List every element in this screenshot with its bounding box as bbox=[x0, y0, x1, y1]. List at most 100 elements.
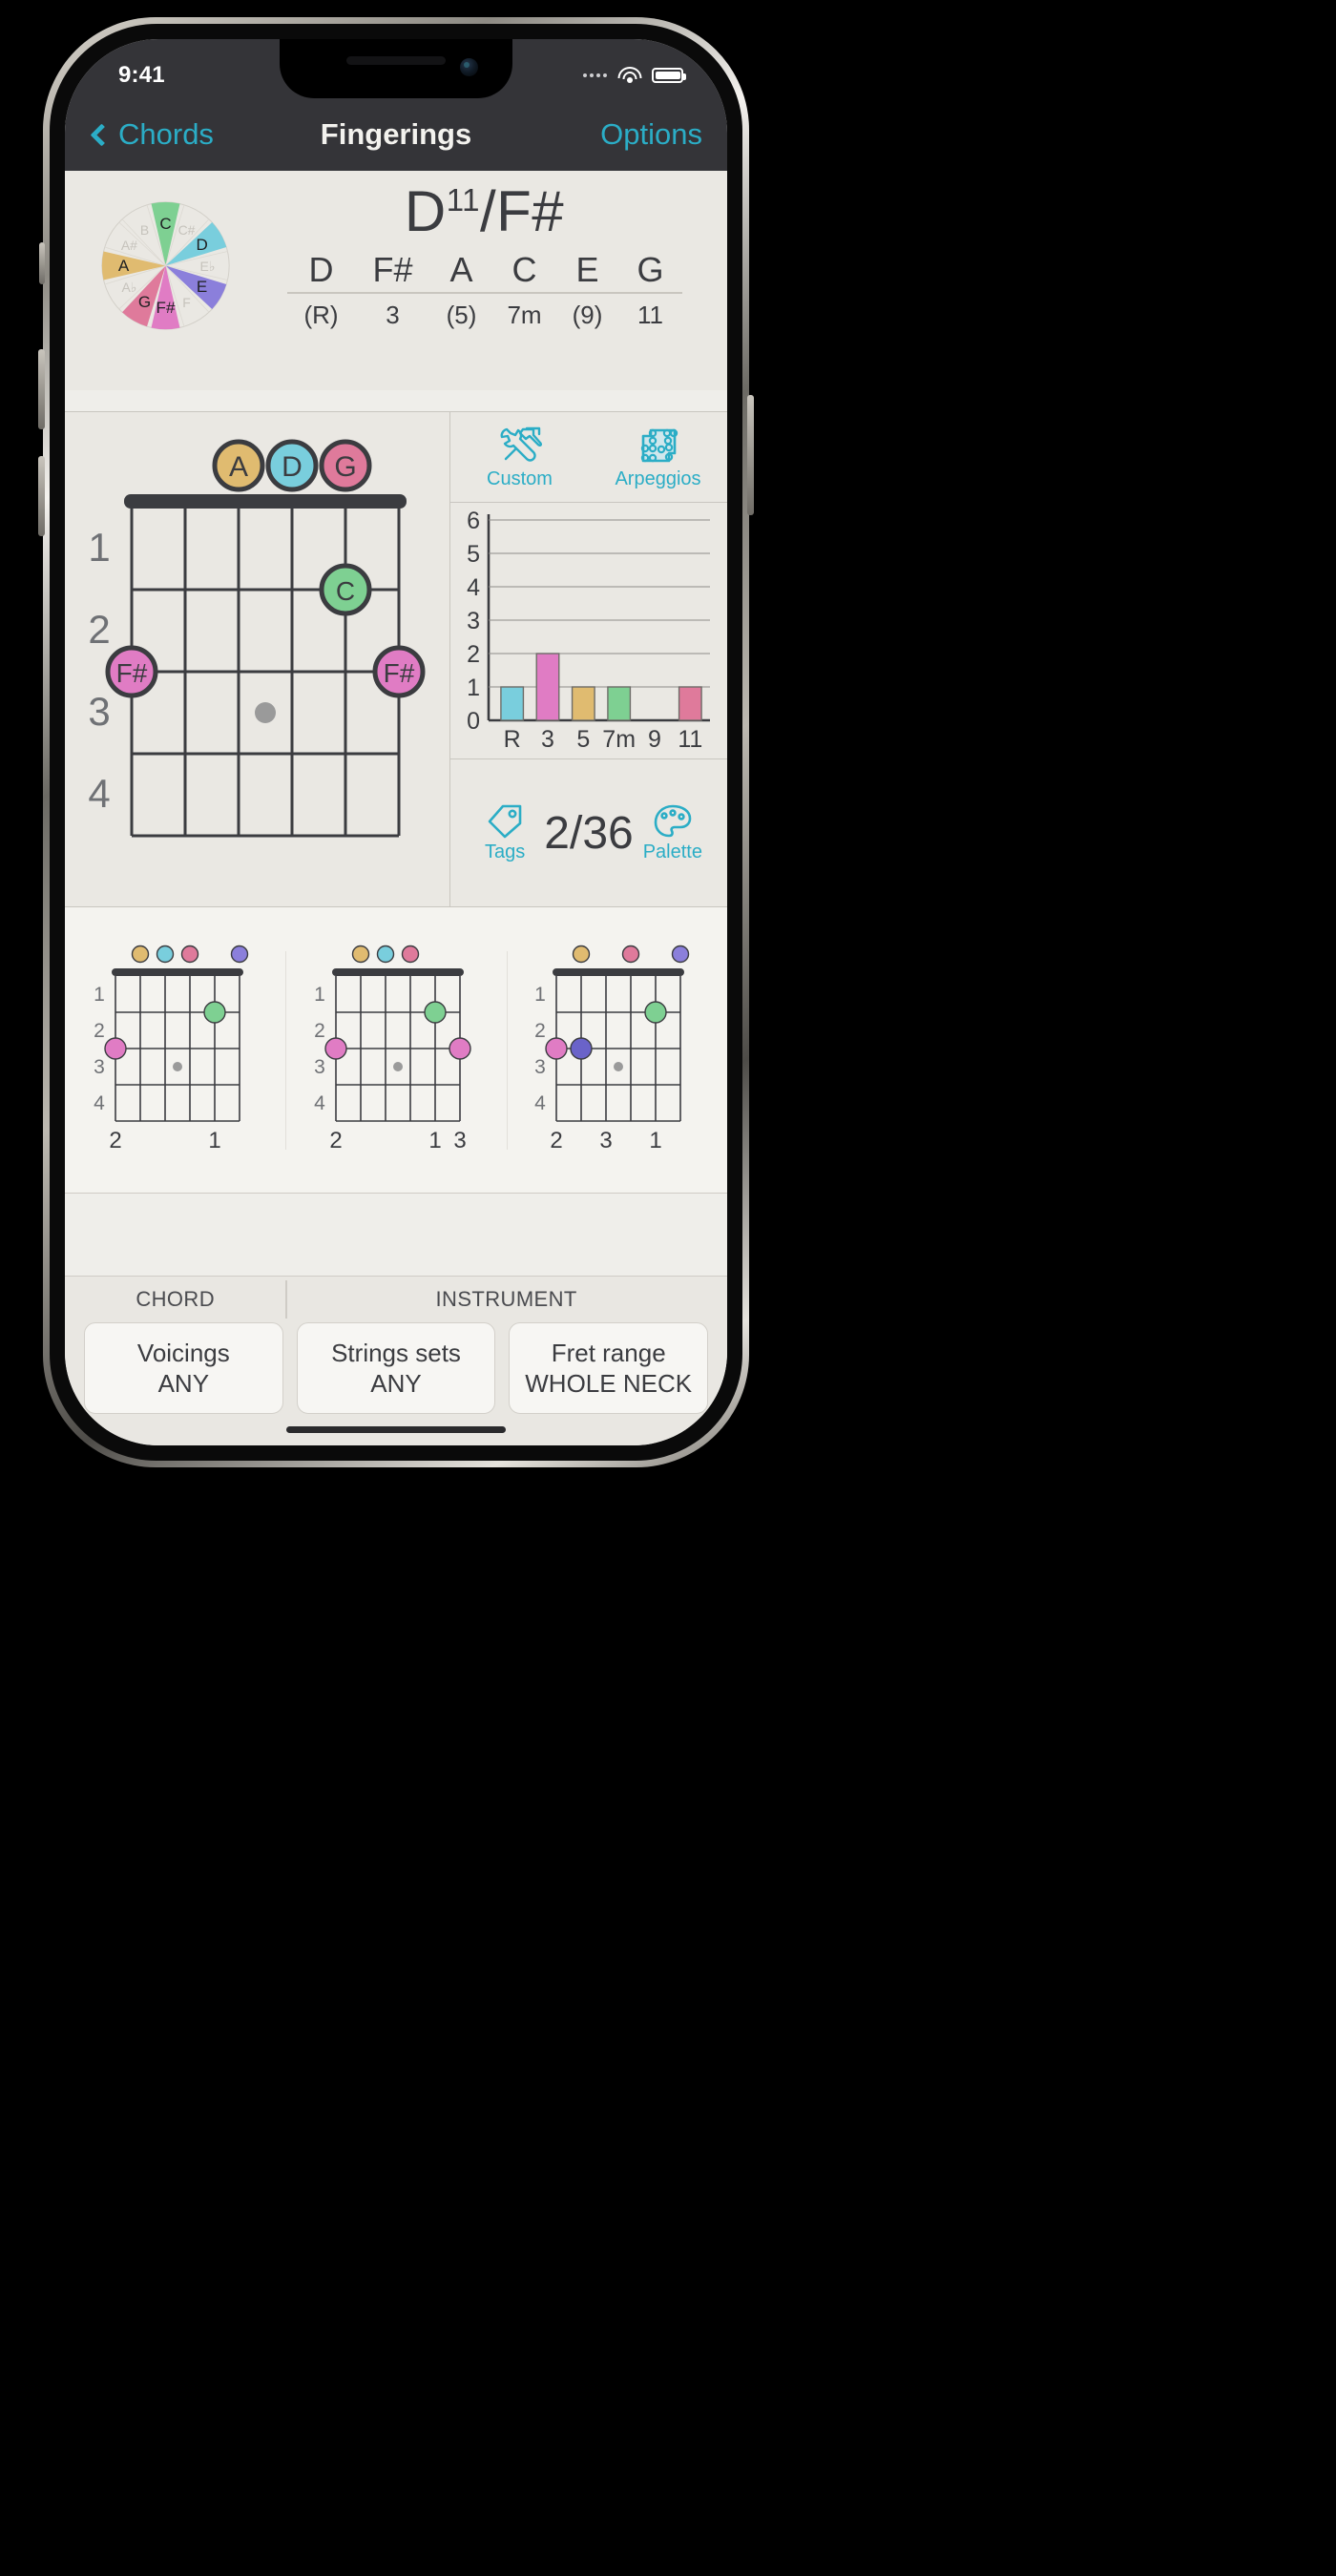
svg-text:A: A bbox=[118, 257, 130, 275]
status-row: Tags 2/36 Palette bbox=[450, 758, 727, 906]
chord-note: A bbox=[449, 250, 473, 289]
svg-text:2: 2 bbox=[109, 1128, 121, 1153]
svg-text:E♭: E♭ bbox=[200, 259, 216, 274]
svg-text:1: 1 bbox=[208, 1128, 220, 1153]
chord-note: C bbox=[511, 250, 537, 289]
svg-text:F#: F# bbox=[157, 299, 176, 317]
chord-note: D bbox=[308, 250, 334, 289]
options-button[interactable]: Options bbox=[600, 117, 702, 152]
main-panel: 1 2 3 4 A D G C F# F# Custom Arpeggios 0… bbox=[65, 411, 727, 907]
svg-text:1: 1 bbox=[88, 525, 110, 570]
variant-fretboard-svg: 12342 3 1 bbox=[534, 945, 690, 1153]
svg-text:D: D bbox=[196, 236, 207, 254]
svg-text:G: G bbox=[334, 451, 356, 483]
back-button[interactable]: Chords bbox=[90, 117, 214, 152]
arpeggios-button[interactable]: Arpeggios bbox=[589, 412, 727, 502]
svg-text:C: C bbox=[159, 215, 171, 233]
svg-text:1: 1 bbox=[534, 984, 546, 1006]
palette-icon bbox=[654, 804, 692, 838]
interval-bar-chart-svg: 0123456R 3 5 7m 9 11 bbox=[467, 508, 710, 753]
svg-text:1: 1 bbox=[94, 984, 105, 1006]
chord-note: F# bbox=[372, 250, 413, 289]
chord-bass: F# bbox=[496, 179, 565, 243]
tag-icon bbox=[488, 804, 522, 839]
svg-text:4: 4 bbox=[467, 574, 480, 601]
chord-wheel[interactable]: C C# D E♭ E F F# G A♭ A A# B bbox=[92, 192, 240, 340]
chord-root: D bbox=[404, 179, 447, 243]
home-indicator[interactable] bbox=[286, 1426, 506, 1433]
strings-sets-filter-button[interactable]: Strings sets ANY bbox=[296, 1322, 496, 1414]
svg-text:C#: C# bbox=[178, 222, 196, 238]
filter-heading-chord: CHORD bbox=[136, 1287, 215, 1311]
svg-text:B: B bbox=[140, 222, 149, 238]
tags-button[interactable]: Tags bbox=[466, 802, 544, 863]
fret-range-filter-button[interactable]: Fret range WHOLE NECK bbox=[509, 1322, 709, 1414]
mute-switch[interactable] bbox=[39, 242, 45, 284]
chord-name: D11/F# bbox=[405, 178, 564, 244]
chord-degree: 11 bbox=[637, 301, 663, 329]
svg-text:4: 4 bbox=[94, 1092, 105, 1114]
svg-text:3: 3 bbox=[88, 689, 110, 734]
svg-text:A: A bbox=[229, 451, 248, 483]
chord-degree: (5) bbox=[446, 301, 477, 329]
arpeggio-grid-icon bbox=[640, 428, 678, 462]
svg-text:3: 3 bbox=[467, 608, 480, 634]
fret-range-filter-value: WHOLE NECK bbox=[525, 1368, 693, 1398]
filter-bar: CHORD INSTRUMENT Voicings ANY Strings se… bbox=[65, 1276, 727, 1445]
main-fretboard-svg: 1 2 3 4 A D G C F# F# bbox=[88, 439, 426, 838]
svg-text:9: 9 bbox=[648, 726, 661, 753]
power-button[interactable] bbox=[747, 395, 754, 515]
chord-notes-row: D F# A C E G bbox=[287, 250, 682, 290]
strings-sets-filter-value: ANY bbox=[370, 1368, 422, 1398]
strings-sets-filter-title: Strings sets bbox=[331, 1338, 461, 1367]
chord-degrees-row: (R) 3 (5) 7m (9) 11 bbox=[287, 298, 682, 330]
chord-notes-table: D F# A C E G (R) 3 (5) 7m (9) 11 bbox=[286, 250, 682, 330]
palette-button-label: Palette bbox=[642, 841, 702, 862]
svg-text:3: 3 bbox=[534, 1056, 546, 1078]
chord-note: G bbox=[637, 250, 664, 289]
svg-text:5: 5 bbox=[576, 726, 590, 753]
chord-degree: 7m bbox=[507, 301, 542, 329]
tool-icon-row: Custom Arpeggios bbox=[450, 412, 727, 503]
svg-text:F: F bbox=[182, 295, 191, 310]
voicing-counter: 2/36 bbox=[544, 807, 634, 859]
chevron-left-icon bbox=[90, 122, 114, 147]
hammer-wrench-icon bbox=[500, 426, 542, 462]
volume-up-button[interactable] bbox=[38, 349, 45, 429]
custom-button[interactable]: Custom bbox=[450, 412, 589, 502]
variant-item[interactable]: 1234213 bbox=[285, 926, 506, 1174]
svg-text:3: 3 bbox=[94, 1056, 105, 1078]
page-title: Fingerings bbox=[320, 117, 472, 151]
status-indicators bbox=[583, 67, 686, 84]
chord-note: E bbox=[575, 250, 599, 289]
svg-text:5: 5 bbox=[467, 541, 480, 568]
back-button-label: Chords bbox=[118, 117, 214, 151]
variant-fretboard-svg: 12342 1 3 bbox=[314, 945, 471, 1153]
svg-text:A#: A# bbox=[121, 238, 137, 253]
svg-text:C: C bbox=[336, 576, 355, 606]
custom-button-label: Custom bbox=[487, 467, 553, 489]
chord-extension: 11 bbox=[446, 182, 480, 218]
voicings-filter-value: ANY bbox=[157, 1368, 210, 1398]
volume-down-button[interactable] bbox=[38, 456, 45, 536]
battery-icon bbox=[652, 68, 686, 83]
variant-item[interactable]: 123421 bbox=[65, 926, 285, 1174]
voicings-filter-button[interactable]: Voicings ANY bbox=[84, 1322, 283, 1414]
voicings-filter-title: Voicings bbox=[136, 1338, 230, 1367]
svg-text:F#: F# bbox=[384, 658, 415, 688]
phone-screen: 9:41 Chords Fingerings Options C C# D E♭… bbox=[65, 39, 727, 1445]
variant-item[interactable]: 1234231 bbox=[506, 926, 727, 1174]
filter-headings: CHORD INSTRUMENT bbox=[65, 1280, 727, 1319]
svg-text:3: 3 bbox=[314, 1056, 325, 1078]
signal-dots-icon bbox=[583, 73, 607, 77]
svg-text:2: 2 bbox=[467, 641, 480, 668]
chord-header: C C# D E♭ E F F# G A♭ A A# B D11/F# D F# A C E G (R) 3 (5)… bbox=[65, 171, 727, 390]
svg-text:4: 4 bbox=[314, 1092, 325, 1114]
filter-buttons: Voicings ANY Strings sets ANY Fret range… bbox=[65, 1317, 727, 1414]
palette-button[interactable]: Palette bbox=[634, 802, 712, 863]
svg-text:4: 4 bbox=[88, 771, 110, 816]
main-fretboard[interactable]: 1 2 3 4 A D G C F# F# bbox=[65, 412, 450, 906]
svg-text:D: D bbox=[282, 451, 303, 483]
svg-text:1: 1 bbox=[428, 1128, 441, 1153]
svg-text:E: E bbox=[197, 278, 207, 296]
